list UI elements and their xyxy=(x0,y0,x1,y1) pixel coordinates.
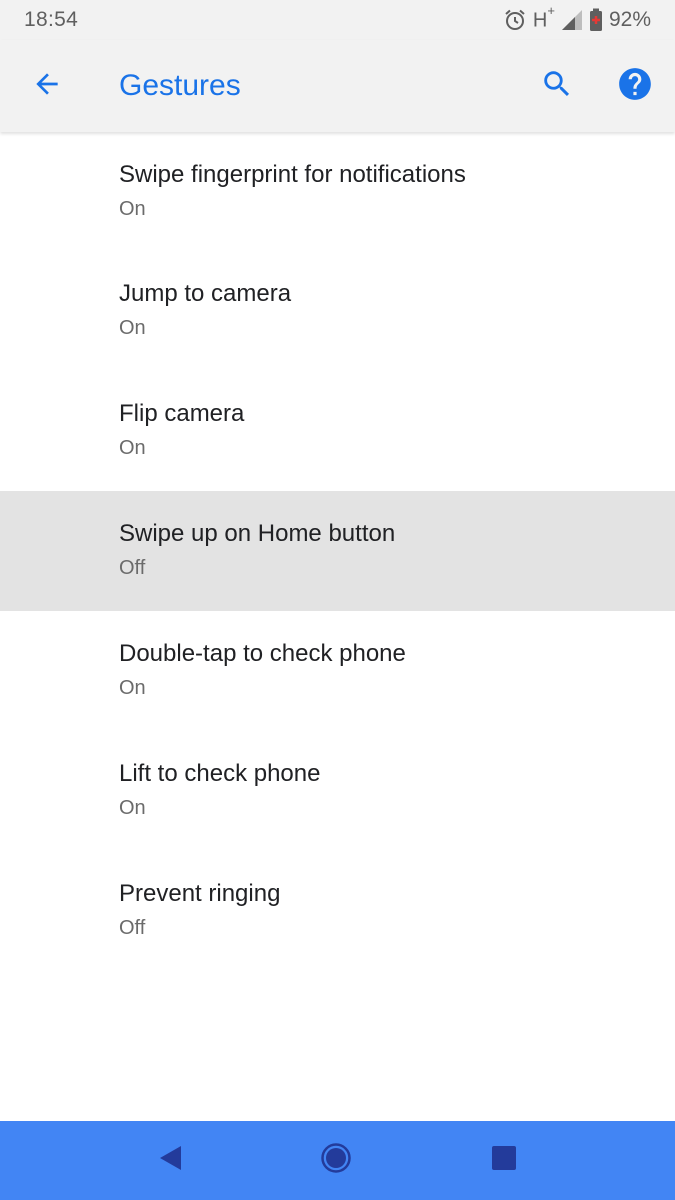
status-time: 18:54 xyxy=(24,8,79,31)
gesture-item-summary: On xyxy=(119,677,146,699)
status-bar: 18:54 H+ 92% xyxy=(0,0,675,40)
gesture-item-lift-to-check[interactable]: Lift to check phone On xyxy=(0,731,675,851)
signal-icon xyxy=(561,9,583,31)
gesture-item-jump-to-camera[interactable]: Jump to camera On xyxy=(0,251,675,371)
nav-home-button[interactable] xyxy=(311,1135,361,1185)
back-button[interactable] xyxy=(22,61,72,111)
help-icon xyxy=(616,65,654,108)
square-recents-icon xyxy=(491,1145,517,1176)
gesture-item-title: Double-tap to check phone xyxy=(119,640,406,667)
gesture-item-title: Lift to check phone xyxy=(119,760,321,787)
nav-back-button[interactable] xyxy=(146,1135,196,1185)
search-icon xyxy=(540,67,574,106)
app-bar: Gestures xyxy=(0,40,675,132)
triangle-back-icon xyxy=(157,1144,185,1177)
gesture-item-title: Swipe fingerprint for notifications xyxy=(119,161,466,188)
help-button[interactable] xyxy=(610,61,660,111)
battery-percent: 92% xyxy=(608,8,651,31)
battery-icon xyxy=(589,8,603,32)
gesture-item-flip-camera[interactable]: Flip camera On xyxy=(0,371,675,491)
gesture-item-prevent-ringing[interactable]: Prevent ringing Off xyxy=(0,851,675,971)
status-icons: H+ 92% xyxy=(503,3,651,33)
search-button[interactable] xyxy=(532,61,582,111)
arrow-back-icon xyxy=(31,68,63,105)
gesture-item-title: Flip camera xyxy=(119,400,245,427)
gesture-item-summary: On xyxy=(119,317,146,339)
gesture-item-summary: On xyxy=(119,797,146,819)
circle-home-icon xyxy=(320,1142,352,1179)
gesture-item-summary: On xyxy=(119,437,146,459)
page-title: Gestures xyxy=(119,69,241,102)
gesture-item-swipe-up-home[interactable]: Swipe up on Home button Off xyxy=(0,491,675,611)
gesture-item-summary: Off xyxy=(119,917,146,939)
gesture-item-summary: Off xyxy=(119,557,146,579)
gesture-item-double-tap-check[interactable]: Double-tap to check phone On xyxy=(0,611,675,731)
gesture-item-swipe-fingerprint[interactable]: Swipe fingerprint for notifications On xyxy=(0,132,675,251)
gesture-item-title: Jump to camera xyxy=(119,280,292,307)
gesture-item-title: Prevent ringing xyxy=(119,880,281,907)
gesture-item-summary: On xyxy=(119,198,146,220)
gesture-item-title: Swipe up on Home button xyxy=(119,520,396,547)
nav-recents-button[interactable] xyxy=(479,1135,529,1185)
screen: 18:54 H+ 92% Gestures Swipe fingerprint … xyxy=(0,0,675,1200)
network-type: H+ xyxy=(532,3,555,32)
gesture-list: Swipe fingerprint for notifications On J… xyxy=(0,132,675,971)
navigation-bar xyxy=(0,1121,675,1200)
alarm-icon xyxy=(503,8,527,32)
